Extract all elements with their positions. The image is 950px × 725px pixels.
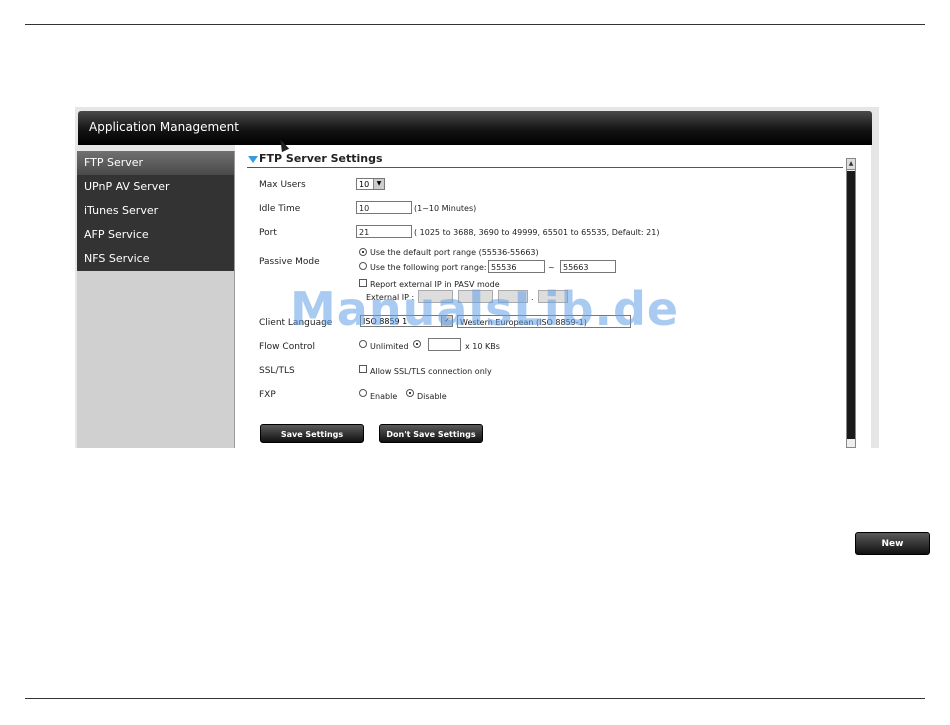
sidebar-item-afp-service[interactable]: AFP Service bbox=[77, 223, 234, 247]
flow-unlimited-label: Unlimited bbox=[370, 342, 409, 351]
port-range-to-input[interactable]: 55663 bbox=[560, 260, 616, 273]
port-range-separator: ~ bbox=[548, 263, 555, 272]
fxp-enable-label: Enable bbox=[370, 392, 398, 401]
flow-limit-input[interactable] bbox=[428, 338, 461, 351]
ssl-tls-checkbox[interactable] bbox=[359, 365, 367, 373]
bottom-divider bbox=[25, 698, 925, 699]
fxp-enable-radio[interactable] bbox=[359, 389, 367, 397]
new-button[interactable]: New bbox=[855, 532, 930, 555]
idle-time-label: Idle Time bbox=[259, 204, 301, 214]
section-title: FTP Server Settings bbox=[259, 152, 383, 165]
max-users-label: Max Users bbox=[259, 180, 306, 190]
sidebar: FTP Server UPnP AV Server iTunes Server … bbox=[77, 151, 235, 448]
flow-limit-radio[interactable] bbox=[413, 340, 421, 348]
section-header[interactable]: FTP Server Settings bbox=[248, 152, 383, 165]
flow-unit-label: x 10 KBs bbox=[465, 342, 500, 351]
sidebar-item-itunes-server[interactable]: iTunes Server bbox=[77, 199, 234, 223]
port-input[interactable]: 21 bbox=[356, 225, 412, 238]
fxp-label: FXP bbox=[259, 390, 276, 400]
sidebar-item-nfs-service[interactable]: NFS Service bbox=[77, 247, 234, 271]
flow-control-label: Flow Control bbox=[259, 342, 315, 352]
ssl-tls-label: SSL/TLS bbox=[259, 366, 295, 376]
passive-default-radio[interactable] bbox=[359, 248, 367, 256]
sidebar-item-ftp-server[interactable]: FTP Server bbox=[77, 151, 234, 175]
window-title: Application Management bbox=[89, 120, 239, 134]
dont-save-settings-button[interactable]: Don't Save Settings bbox=[379, 424, 483, 443]
section-divider bbox=[247, 167, 843, 168]
ssl-tls-option-label: Allow SSL/TLS connection only bbox=[370, 367, 492, 376]
scroll-up-arrow-icon[interactable]: ▲ bbox=[847, 159, 855, 170]
idle-time-hint: (1~10 Minutes) bbox=[414, 204, 477, 213]
max-users-select[interactable]: 10 ▼ bbox=[356, 178, 385, 190]
passive-default-label: Use the default port range (55536-55663) bbox=[370, 248, 539, 257]
collapse-triangle-icon bbox=[248, 155, 258, 163]
watermark: ManualsLib.de bbox=[290, 282, 680, 336]
port-range-from-input[interactable]: 55536 bbox=[488, 260, 545, 273]
passive-custom-radio[interactable] bbox=[359, 262, 367, 270]
fxp-disable-radio[interactable] bbox=[406, 389, 414, 397]
vertical-scrollbar[interactable]: ▲ bbox=[846, 158, 856, 448]
idle-time-input[interactable]: 10 bbox=[356, 201, 412, 214]
fxp-disable-label: Disable bbox=[417, 392, 447, 401]
application-window: Application Management FTP Server UPnP A… bbox=[75, 107, 879, 448]
window-titlebar: Application Management bbox=[78, 111, 872, 145]
save-settings-button[interactable]: Save Settings bbox=[260, 424, 364, 443]
flow-unlimited-radio[interactable] bbox=[359, 340, 367, 348]
scrollbar-thumb[interactable] bbox=[847, 171, 855, 439]
sidebar-item-upnp-av-server[interactable]: UPnP AV Server bbox=[77, 175, 234, 199]
dropdown-arrow-icon: ▼ bbox=[373, 179, 384, 189]
passive-mode-label: Passive Mode bbox=[259, 257, 320, 267]
port-label: Port bbox=[259, 228, 277, 238]
port-hint: ( 1025 to 3688, 3690 to 49999, 65501 to … bbox=[414, 228, 660, 237]
top-divider bbox=[25, 24, 925, 25]
max-users-value: 10 bbox=[359, 180, 370, 189]
passive-custom-label: Use the following port range: bbox=[370, 263, 487, 272]
